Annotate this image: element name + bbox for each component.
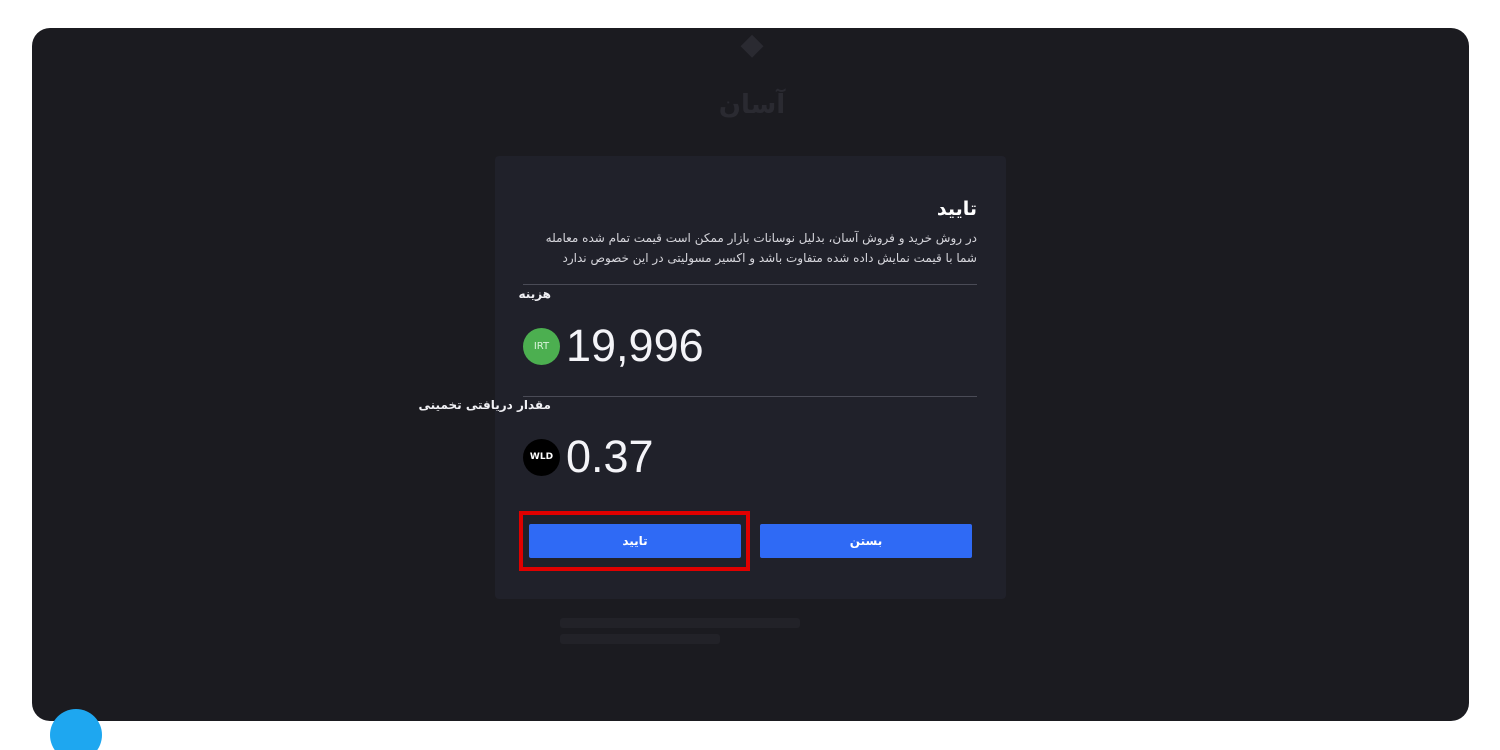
estimated-receive-label: مقدار دریافتی تخمینی (418, 398, 552, 412)
close-button[interactable]: بستن (760, 524, 972, 558)
cost-value: 19,996 (566, 320, 704, 371)
background-subtitle-placeholder (612, 138, 892, 152)
background-text-line (560, 618, 800, 628)
estimated-receive-amount: WLD 0.37 (523, 431, 654, 482)
dialog-description: در روش خرید و فروش آسان، بدلیل نوسانات ب… (545, 231, 977, 265)
confirm-button[interactable]: تایید (529, 524, 741, 558)
irt-coin-icon: IRT (523, 327, 560, 365)
background-text-line (560, 634, 720, 644)
divider (523, 284, 977, 285)
app-logo-icon: ◆ (740, 28, 764, 62)
divider (523, 396, 977, 397)
cost-amount: IRT 19,996 (523, 320, 704, 371)
estimated-receive-value: 0.37 (566, 431, 654, 482)
wld-coin-icon: WLD (523, 438, 560, 476)
cost-label: هزینه (518, 287, 551, 301)
background-page-title: آسان (718, 90, 786, 120)
dialog-title: تایید (936, 198, 977, 220)
confirm-dialog: تایید در روش خرید و فروش آسان، بدلیل نوس… (419, 156, 1006, 599)
